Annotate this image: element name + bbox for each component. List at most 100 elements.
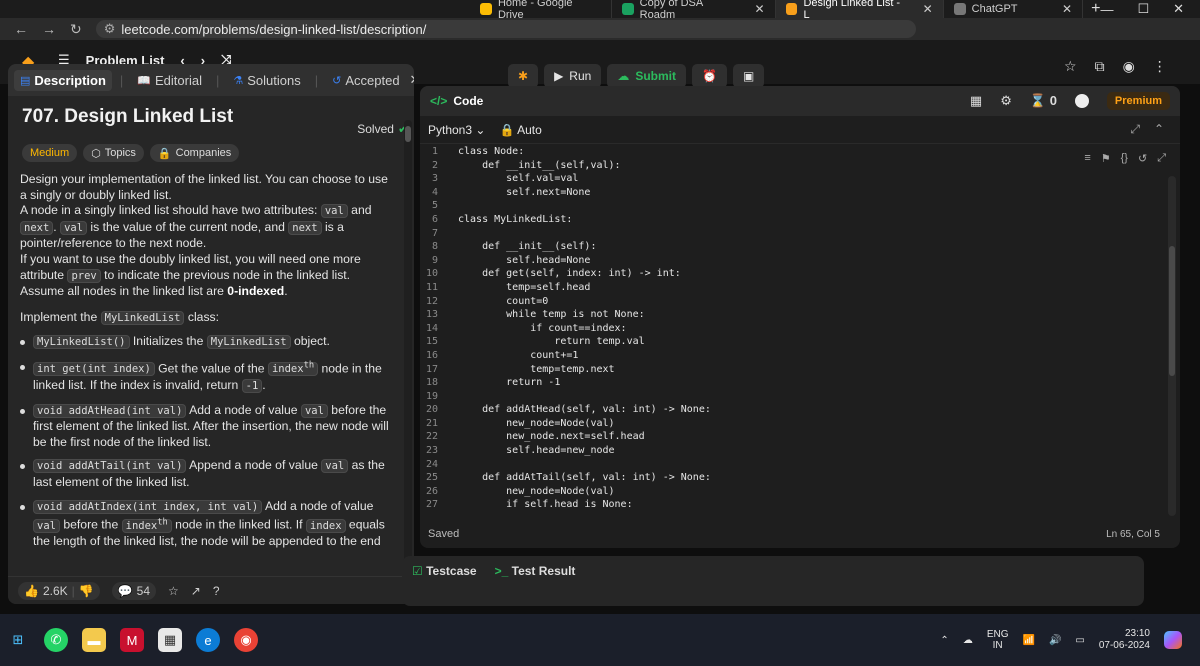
comments-button[interactable]: 💬 54 [111,581,157,600]
reload-icon[interactable]: ↻ [70,21,82,38]
tab-editorial[interactable]: 📖 Editorial [131,70,208,91]
code-line[interactable]: 12 count=0 [420,296,1160,310]
debug-button[interactable]: ✱ [508,64,539,88]
code-line[interactable]: 15 return temp.val [420,336,1160,350]
tab-accepted[interactable]: ↺ Accepted ✕ [326,69,414,91]
collapse-icon[interactable]: ⌃ [1154,122,1164,137]
code-line[interactable]: 14 if count==index: [420,323,1160,337]
close-window-icon[interactable]: ✕ [1173,1,1184,17]
menu-icon[interactable]: ⋮ [1153,58,1167,75]
fullscreen-icon[interactable]: ⤢ [1130,122,1140,137]
layout-icon[interactable]: ▦ [970,93,982,109]
code-line[interactable]: 25 def addAtTail(self, val: int) -> None… [420,472,1160,486]
code-line[interactable]: 3 self.val=val [420,173,1160,187]
code-line[interactable]: 4 self.next=None [420,187,1160,201]
language-indicator[interactable]: ENG IN [987,629,1009,651]
close-tab-icon[interactable]: ✕ [755,2,765,16]
file-explorer-icon[interactable]: ▬ [82,628,106,652]
code-line[interactable]: 20 def addAtHead(self, val: int) -> None… [420,404,1160,418]
tab-description[interactable]: ▤ Description [14,69,112,91]
language-select[interactable]: Python3 ⌄ [428,123,485,137]
code-line[interactable]: 8 def __init__(self): [420,241,1160,255]
clock[interactable]: 23:10 07-06-2024 [1099,628,1150,652]
antivirus-icon[interactable]: M [120,628,144,652]
browser-tab-active[interactable]: Design Linked List - L ✕ [775,0,944,21]
wifi-icon[interactable]: 📶 [1022,635,1034,646]
companies-chip[interactable]: 🔒 Companies [149,144,240,162]
code-line[interactable]: 6 class MyLinkedList: [420,214,1160,228]
code-line[interactable]: 11 temp=self.head [420,282,1160,296]
code-line[interactable]: 21 new_node=Node(val) [420,418,1160,432]
topics-chip[interactable]: ⬡ Topics [83,144,144,162]
code-line[interactable]: 13 while temp is not None: [420,309,1160,323]
problem-tabs: ▤ Description | 📖 Editorial | ⚗ Solution… [8,64,414,96]
copilot-icon[interactable] [1164,631,1182,649]
code-line[interactable]: 1 class Node: [420,146,1160,160]
maximize-icon[interactable]: ☐ [1137,1,1149,17]
minimize-icon[interactable]: — [1100,2,1113,17]
inline-code: -1 [241,379,263,394]
inline-code: void addAtHead(int val) [33,403,187,418]
new-tab-icon[interactable]: + [1083,0,1100,18]
code-line[interactable]: 22 new_node.next=self.head [420,431,1160,445]
description-scrollbar[interactable] [404,120,412,580]
url-field[interactable]: ⚙ leetcode.com/problems/design-linked-li… [95,20,916,38]
code-line[interactable]: 19 [420,391,1160,405]
code-line[interactable]: 10 def get(self, index: int) -> int: [420,268,1160,282]
code-line[interactable]: 5 [420,200,1160,214]
avatar[interactable] [1074,94,1089,108]
text: index [125,519,158,532]
volume-icon[interactable]: 🔊 [1049,635,1061,646]
auto-mode[interactable]: 🔒 Auto [499,123,541,137]
tab-solutions[interactable]: ⚗ Solutions [227,70,306,91]
premium-button[interactable]: Premium [1106,92,1170,110]
forward-icon[interactable]: → [42,21,56,37]
code-editor[interactable]: 1 class Node: 2 def __init__(self,val): 3 s… [420,146,1160,518]
profile-icon[interactable]: ◉ [1123,58,1135,75]
edge-icon[interactable]: e [196,628,220,652]
store-icon[interactable]: ▦ [158,628,182,652]
code-line[interactable]: 9 self.head=None [420,255,1160,269]
notes-button[interactable]: ▣ [732,64,765,88]
whatsapp-icon[interactable]: ✆ [44,628,68,652]
settings-icon[interactable]: ⚙ [1000,93,1012,109]
close-tab-icon[interactable]: ✕ [923,2,933,16]
code-line[interactable]: 7 [420,228,1160,242]
chrome-icon[interactable]: ◉ [234,628,258,652]
line-number: 21 [425,417,438,429]
browser-tab[interactable]: Home - Google Drive [470,0,612,21]
back-icon[interactable]: ← [14,21,28,37]
tab-label: Editorial [155,72,202,88]
extensions-icon[interactable]: ⧉ [1095,58,1105,75]
code-line[interactable]: 26 new_node=Node(val) [420,486,1160,500]
star-icon[interactable]: ☆ [168,584,179,598]
tab-test-result[interactable]: >_ Test Result [495,564,576,578]
submit-button[interactable]: ☁ Submit [607,64,686,88]
cloud-icon[interactable]: ☁ [963,635,973,646]
code-line[interactable]: 2 def __init__(self,val): [420,160,1160,174]
site-info-icon[interactable]: ⚙ [104,21,116,37]
browser-tab[interactable]: ChatGPT ✕ [944,0,1084,18]
browser-tab[interactable]: Copy of DSA Roadm ✕ [612,0,776,21]
like-button[interactable]: 👍 2.6K | 👎 [18,581,100,600]
help-icon[interactable]: ? [213,584,220,598]
timer-button[interactable]: ⏰ [691,64,727,88]
code-line[interactable]: 27 if self.head is None: [420,499,1160,513]
coins-indicator[interactable]: ⌛ 0 [1030,93,1057,109]
code-line[interactable]: 23 self.head=new_node [420,445,1160,459]
code-line[interactable]: 17 temp=temp.next [420,364,1160,378]
close-tab-icon[interactable]: ✕ [1062,2,1072,16]
run-button[interactable]: ▶ Run [544,64,602,88]
thumbs-down-icon[interactable]: 👎 [79,584,94,598]
close-tab-icon[interactable]: ✕ [410,72,414,88]
windows-start-icon[interactable]: ⊞ [6,628,30,652]
tab-testcase[interactable]: ☑ Testcase [412,564,477,578]
code-line[interactable]: 18 return -1 [420,377,1160,391]
chevron-up-icon[interactable]: ⌃ [940,635,948,646]
bookmark-star-icon[interactable]: ☆ [1064,58,1077,75]
editor-scrollbar[interactable] [1168,176,1176,516]
code-line[interactable]: 16 count+=1 [420,350,1160,364]
share-icon[interactable]: ↗ [191,584,201,598]
battery-icon[interactable]: ▭ [1075,635,1084,646]
code-line[interactable]: 24 [420,459,1160,473]
